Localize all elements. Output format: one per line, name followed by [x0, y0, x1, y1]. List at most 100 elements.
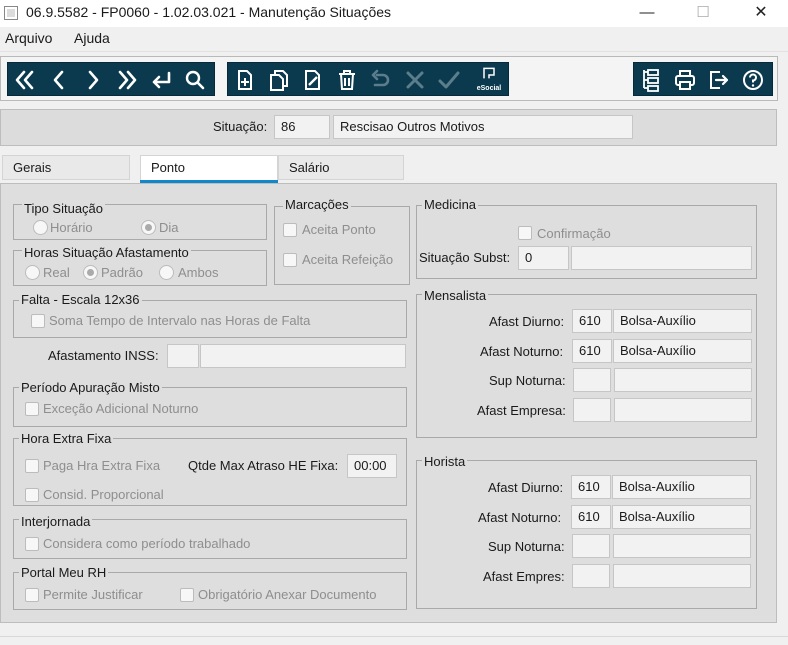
horas-afastamento-title: Horas Situação Afastamento	[22, 245, 191, 260]
search-button[interactable]	[180, 63, 210, 97]
last-record-button[interactable]	[112, 63, 142, 97]
cancel-button[interactable]	[400, 63, 430, 97]
padrao-radio[interactable]	[83, 265, 98, 280]
esocial-button[interactable]: eSocial	[472, 63, 506, 97]
horista-diurno-desc-field: Bolsa-Auxílio	[612, 475, 751, 499]
copy-button[interactable]	[264, 63, 294, 97]
real-radio[interactable]	[25, 265, 40, 280]
edit-button[interactable]	[298, 63, 328, 97]
print-button[interactable]	[670, 63, 700, 97]
horista-noturno-desc-field: Bolsa-Auxílio	[612, 505, 751, 529]
add-button[interactable]	[230, 63, 260, 97]
close-button[interactable]: ✕	[738, 0, 784, 27]
mensalista-diurno-label: Afast Diurno:	[489, 314, 565, 329]
excecao-checkbox[interactable]	[25, 402, 39, 416]
mensalista-sup-desc-field	[614, 368, 752, 392]
mensalista-noturno-code-field[interactable]: 610	[572, 339, 612, 363]
soma-tempo-checkbox[interactable]	[31, 314, 45, 328]
next-icon	[88, 70, 99, 90]
mensalista-empresa-label: Afast Empresa:	[477, 403, 566, 418]
consid-proporcional-label: Consid. Proporcional	[43, 487, 164, 502]
hora-extra-title: Hora Extra Fixa	[19, 431, 114, 446]
undo-button[interactable]	[366, 63, 396, 97]
help-button[interactable]	[738, 63, 768, 97]
horario-radio[interactable]	[33, 220, 48, 235]
periodo-apuracao-title: Período Apuração Misto	[19, 380, 162, 395]
afastamento-inss-desc-field	[200, 344, 406, 368]
minimize-button[interactable]: —	[624, 0, 670, 27]
horista-sup-desc-field	[613, 534, 751, 558]
edit-icon	[305, 70, 320, 90]
situacao-subst-code-field[interactable]: 0	[518, 246, 569, 270]
interjornada-title: Interjornada	[19, 514, 93, 529]
toolbar: eSocial	[0, 56, 778, 101]
horario-label: Horário	[50, 220, 93, 235]
confirm-button[interactable]	[434, 63, 464, 97]
tab-gerais[interactable]: Gerais	[2, 155, 130, 180]
tab-ponto[interactable]: Ponto	[140, 155, 278, 180]
horista-sup-label: Sup Noturna:	[488, 539, 565, 554]
permite-justificar-label: Permite Justificar	[43, 587, 143, 602]
previous-record-button[interactable]	[44, 63, 74, 97]
situacao-subst-desc-field	[571, 246, 752, 270]
excecao-label: Exceção Adicional Noturno	[43, 401, 199, 416]
mensalista-noturno-label: Afast Noturno:	[480, 344, 564, 359]
ambos-label: Ambos	[178, 265, 219, 280]
obrigatorio-anexar-label: Obrigatório Anexar Documento	[198, 587, 377, 602]
confirmacao-label: Confirmação	[537, 226, 611, 241]
exit-button[interactable]	[704, 63, 734, 97]
esocial-icon	[483, 67, 495, 79]
esocial-label: eSocial	[476, 85, 502, 92]
mensalista-diurno-desc-field: Bolsa-Auxílio	[613, 309, 752, 333]
mensalista-noturno-desc-field: Bolsa-Auxílio	[613, 339, 752, 363]
afastamento-inss-label: Afastamento INSS:	[48, 348, 159, 363]
mensalista-diurno-code-field[interactable]: 610	[572, 309, 612, 333]
falta-title: Falta - Escala 12x36	[19, 292, 142, 307]
permite-justificar-checkbox[interactable]	[25, 588, 39, 602]
menu-ajuda[interactable]: Ajuda	[74, 30, 110, 46]
situation-code-field[interactable]: 86	[274, 115, 330, 139]
dia-radio[interactable]	[141, 220, 156, 235]
confirmacao-checkbox[interactable]	[518, 226, 532, 240]
consid-proporcional-checkbox[interactable]	[25, 488, 39, 502]
tab-salario[interactable]: Salário	[278, 155, 404, 180]
horista-noturno-label: Afast Noturno:	[478, 510, 562, 525]
cancel-icon	[406, 71, 424, 89]
aceita-ponto-checkbox[interactable]	[283, 223, 297, 237]
paga-hra-checkbox[interactable]	[25, 459, 39, 473]
considera-checkbox[interactable]	[25, 537, 39, 551]
obrigatorio-anexar-checkbox[interactable]	[180, 588, 194, 602]
previous-icon	[53, 70, 64, 90]
mensalista-sup-code-field[interactable]	[573, 368, 611, 392]
delete-button[interactable]	[332, 63, 362, 97]
title-bar: 06.9.5582 - FP0060 - 1.02.03.021 - Manut…	[0, 0, 788, 27]
horista-empresa-code-field[interactable]	[572, 564, 610, 588]
delete-icon	[339, 70, 355, 90]
tree-button[interactable]	[636, 63, 666, 97]
horista-empresa-label: Afast Empres:	[483, 569, 565, 584]
goto-button[interactable]	[146, 63, 176, 97]
menu-arquivo[interactable]: Arquivo	[5, 30, 52, 46]
horista-sup-code-field[interactable]	[572, 534, 610, 558]
horista-title: Horista	[422, 454, 468, 469]
qtde-max-label: Qtde Max Atraso HE Fixa:	[188, 458, 339, 473]
print-icon	[675, 70, 695, 90]
ambos-radio[interactable]	[159, 265, 174, 280]
next-record-button[interactable]	[78, 63, 108, 97]
horista-noturno-code-field[interactable]: 610	[571, 505, 611, 529]
aceita-refeicao-checkbox[interactable]	[283, 253, 297, 267]
marcacoes-group	[274, 206, 410, 285]
padrao-label: Padrão	[101, 265, 143, 280]
undo-icon	[371, 69, 390, 87]
situation-label: Situação:	[213, 119, 268, 134]
first-record-button[interactable]	[10, 63, 40, 97]
horista-diurno-code-field[interactable]: 610	[571, 475, 611, 499]
search-icon	[185, 70, 205, 90]
edit-group: eSocial	[227, 62, 509, 96]
afastamento-inss-code-field[interactable]	[167, 344, 199, 368]
mensalista-empresa-code-field[interactable]	[573, 398, 611, 422]
situacao-subst-label: Situação Subst:	[419, 250, 511, 265]
soma-tempo-label: Soma Tempo de Intervalo nas Horas de Fal…	[49, 313, 311, 328]
maximize-button[interactable]: ☐	[680, 0, 726, 27]
qtde-max-field[interactable]: 00:00	[347, 454, 397, 478]
